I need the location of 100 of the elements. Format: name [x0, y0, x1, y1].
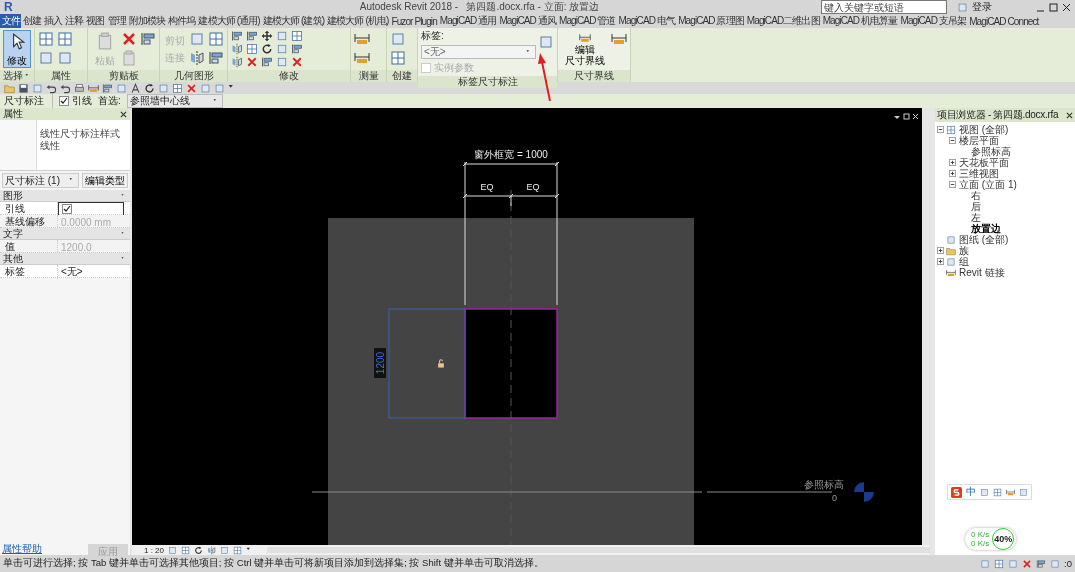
grid-icon[interactable]	[246, 43, 258, 55]
align-icon[interactable]	[102, 82, 113, 94]
delete-icon[interactable]	[186, 82, 197, 94]
ribbon-tab[interactable]: 视图	[84, 14, 106, 28]
collapse-toggle-icon[interactable]	[937, 126, 944, 133]
delete-icon[interactable]	[246, 56, 258, 68]
grid-icon[interactable]	[208, 30, 224, 47]
ribbon-tab[interactable]: 附加模块	[127, 14, 167, 28]
square-icon[interactable]	[538, 33, 554, 50]
ime-logo-icon[interactable]	[951, 486, 962, 498]
file-tab[interactable]: 文件	[0, 14, 22, 28]
align-icon[interactable]	[246, 30, 258, 42]
view-controls-icon[interactable]	[894, 113, 919, 120]
square-icon[interactable]	[980, 487, 989, 497]
expand-toggle-icon[interactable]	[937, 258, 944, 265]
dimension-icon[interactable]	[88, 82, 99, 94]
rotate-icon[interactable]	[144, 82, 155, 94]
square-icon[interactable]	[57, 49, 73, 66]
app-logo[interactable]: R	[4, 0, 18, 14]
ribbon-tab[interactable]: 建模大师 (通用)	[196, 14, 262, 28]
ribbon-tab[interactable]: MagiCAD Connect	[967, 14, 1040, 28]
delete-icon[interactable]	[1022, 558, 1033, 569]
square-icon[interactable]	[168, 545, 177, 555]
vertical-scrollbar[interactable]	[922, 108, 930, 545]
collapse-toggle-icon[interactable]	[949, 181, 956, 188]
ribbon-tab[interactable]: 构件坞	[166, 14, 197, 28]
printer-icon[interactable]	[74, 82, 85, 94]
type-selector[interactable]: 线性尺寸标注样式 线性	[0, 120, 130, 171]
square-icon[interactable]	[1050, 558, 1061, 569]
sign-in-button[interactable]: 登录	[972, 0, 992, 14]
grid-icon[interactable]	[993, 487, 1002, 497]
prefer-dropdown[interactable]: 参照墙中心线	[126, 94, 223, 108]
save-icon[interactable]	[18, 82, 29, 94]
search-field[interactable]: 键入关键字或短语	[821, 0, 947, 14]
ribbon-tab[interactable]: MagiCAD 通用	[438, 14, 498, 28]
align-icon[interactable]	[231, 30, 243, 42]
square-icon[interactable]	[220, 545, 229, 555]
expand-toggle-icon[interactable]	[949, 159, 956, 166]
align-icon[interactable]	[208, 49, 224, 66]
expand-toggle-icon[interactable]	[937, 247, 944, 254]
lock-icon[interactable]	[438, 359, 444, 368]
align-icon[interactable]	[1036, 558, 1047, 569]
align-icon[interactable]	[140, 30, 156, 47]
square-icon[interactable]	[200, 82, 211, 94]
mirror-icon[interactable]	[189, 49, 205, 66]
clipboard-icon[interactable]	[121, 49, 137, 66]
square-icon[interactable]	[980, 558, 991, 569]
square-icon[interactable]	[1019, 487, 1028, 497]
leader-checkbox[interactable]: 引线	[59, 94, 92, 108]
ribbon-tab[interactable]: 管理	[106, 14, 128, 28]
move-icon[interactable]	[261, 30, 273, 42]
delete-icon[interactable]	[121, 30, 137, 47]
ribbon-tab[interactable]: MagiCAD 支吊架	[898, 14, 968, 28]
expand-toggle-icon[interactable]	[949, 170, 956, 177]
mirror-icon[interactable]	[231, 56, 243, 68]
filter-count[interactable]: :0	[1064, 558, 1072, 569]
text-icon[interactable]	[130, 82, 141, 94]
align-icon[interactable]	[291, 43, 303, 55]
ribbon-tab[interactable]: Fuzor Plugin	[389, 14, 439, 28]
mirror-icon[interactable]	[231, 43, 243, 55]
property-checkbox[interactable]	[62, 204, 72, 214]
ribbon-tab[interactable]: 建模大师 (建筑)	[261, 14, 326, 28]
view-scale[interactable]: 1 : 20	[144, 545, 164, 555]
grid-icon[interactable]	[291, 30, 303, 42]
rotate-icon[interactable]	[194, 545, 203, 555]
align-icon[interactable]	[261, 56, 273, 68]
edit-type-button[interactable]: 编辑类型	[82, 173, 128, 188]
ribbon-tool-button[interactable]: 编辑 尺寸界线	[561, 30, 609, 68]
ribbon-tab[interactable]: 建模大师 (机电)	[325, 14, 390, 28]
ribbon-tab[interactable]: MagiCAD 原理图	[676, 14, 746, 28]
window-opening[interactable]	[464, 308, 558, 419]
ribbon-tab[interactable]: MagiCAD 机电算量	[821, 14, 899, 28]
level-head-icon[interactable]	[854, 482, 874, 502]
collapse-toggle-icon[interactable]	[949, 137, 956, 144]
temporary-dimension[interactable]: 1200	[374, 348, 386, 378]
ribbon-tab[interactable]: MagiCAD二维出图	[745, 14, 822, 28]
ribbon-tab[interactable]: 插入	[42, 14, 64, 28]
dimension-line[interactable]	[462, 161, 560, 306]
square-icon[interactable]	[957, 1, 968, 13]
square-icon[interactable]	[390, 30, 406, 47]
dimension-icon[interactable]	[1006, 487, 1015, 497]
ribbon-tab[interactable]: MagiCAD 通风	[497, 14, 558, 28]
square-icon[interactable]	[189, 30, 205, 47]
ribbon-tool-button[interactable]: 修改	[3, 30, 31, 68]
grid-icon[interactable]	[390, 49, 406, 66]
rotate-icon[interactable]	[261, 43, 273, 55]
delete-icon[interactable]	[291, 56, 303, 68]
ribbon-tab[interactable]: MagiCAD 电气	[617, 14, 677, 28]
grid-icon[interactable]	[994, 558, 1005, 569]
grid-icon[interactable]	[172, 82, 183, 94]
ribbon-tab[interactable]: 注释	[63, 14, 85, 28]
grid-icon[interactable]	[57, 30, 73, 47]
close-icon[interactable]	[1062, 2, 1071, 12]
ime-toolbar[interactable]: 中	[947, 484, 1032, 500]
maximize-icon[interactable]	[1049, 2, 1058, 12]
ribbon-tab[interactable]: 创建	[21, 14, 43, 28]
grid-icon[interactable]	[38, 30, 54, 47]
grid-icon[interactable]	[233, 545, 242, 555]
square-icon[interactable]	[38, 49, 54, 66]
ribbon-tab[interactable]: MagiCAD 管道	[557, 14, 618, 28]
